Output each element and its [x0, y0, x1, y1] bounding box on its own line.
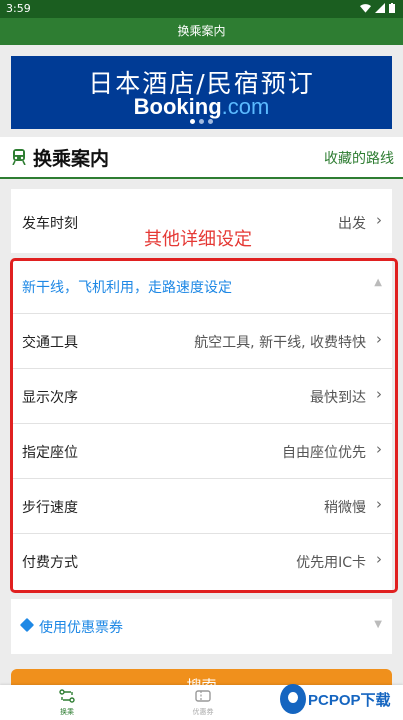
signal-icon [375, 3, 385, 13]
battery-icon [389, 3, 395, 13]
ad-brand: Booking.com [11, 94, 392, 120]
train-icon [12, 149, 26, 165]
ad-carousel-dots [11, 119, 392, 124]
app-bar: 换乘案内 [0, 18, 403, 45]
section-header: 换乘案内 收藏的路线 [0, 137, 403, 179]
carousel-dot [190, 119, 195, 124]
section-title: 换乘案内 [33, 148, 110, 170]
status-bar: 3:59 [0, 0, 403, 18]
watermark-brand: PCPOP下载 [308, 692, 391, 709]
ticket-icon [19, 617, 35, 633]
departure-time-value: 出发 [338, 216, 366, 232]
booking-ad-banner[interactable]: 日本酒店/民宿预订 Booking.com [11, 56, 392, 129]
carousel-dot [199, 119, 204, 124]
saved-routes-link[interactable]: 收藏的路线 [324, 148, 394, 168]
route-icon [59, 689, 75, 703]
use-coupon-row[interactable]: 使用优惠票券 ▼ [11, 599, 392, 654]
ad-brand-domain: .com [221, 94, 270, 119]
nav-item-transfer[interactable]: 换乘 [37, 685, 97, 720]
wifi-icon [360, 4, 371, 13]
nav-label: 换乘 [60, 708, 74, 716]
pcpop-logo-icon [280, 684, 306, 714]
departure-time-label: 发车时刻 [22, 216, 78, 232]
coupon-card: 使用优惠票券 ▼ [11, 599, 392, 654]
status-time: 3:59 [6, 2, 31, 15]
annotation-highlight-box [10, 258, 398, 593]
nav-label: 优惠券 [192, 708, 214, 716]
annotation-text: 其他详细设定 [144, 229, 252, 250]
pcpop-watermark: PCPOP下载 [278, 680, 400, 720]
nav-item-coupons[interactable]: 优惠券 [173, 685, 233, 720]
app-title: 换乘案内 [177, 24, 226, 38]
chevron-down-icon: ▼ [374, 619, 382, 630]
chevron-right-icon: › [376, 211, 382, 229]
use-coupon-label: 使用优惠票券 [39, 620, 123, 636]
carousel-dot [208, 119, 213, 124]
system-icons [360, 3, 395, 13]
ad-brand-name: Booking [133, 94, 222, 119]
coupon-icon [195, 690, 211, 702]
